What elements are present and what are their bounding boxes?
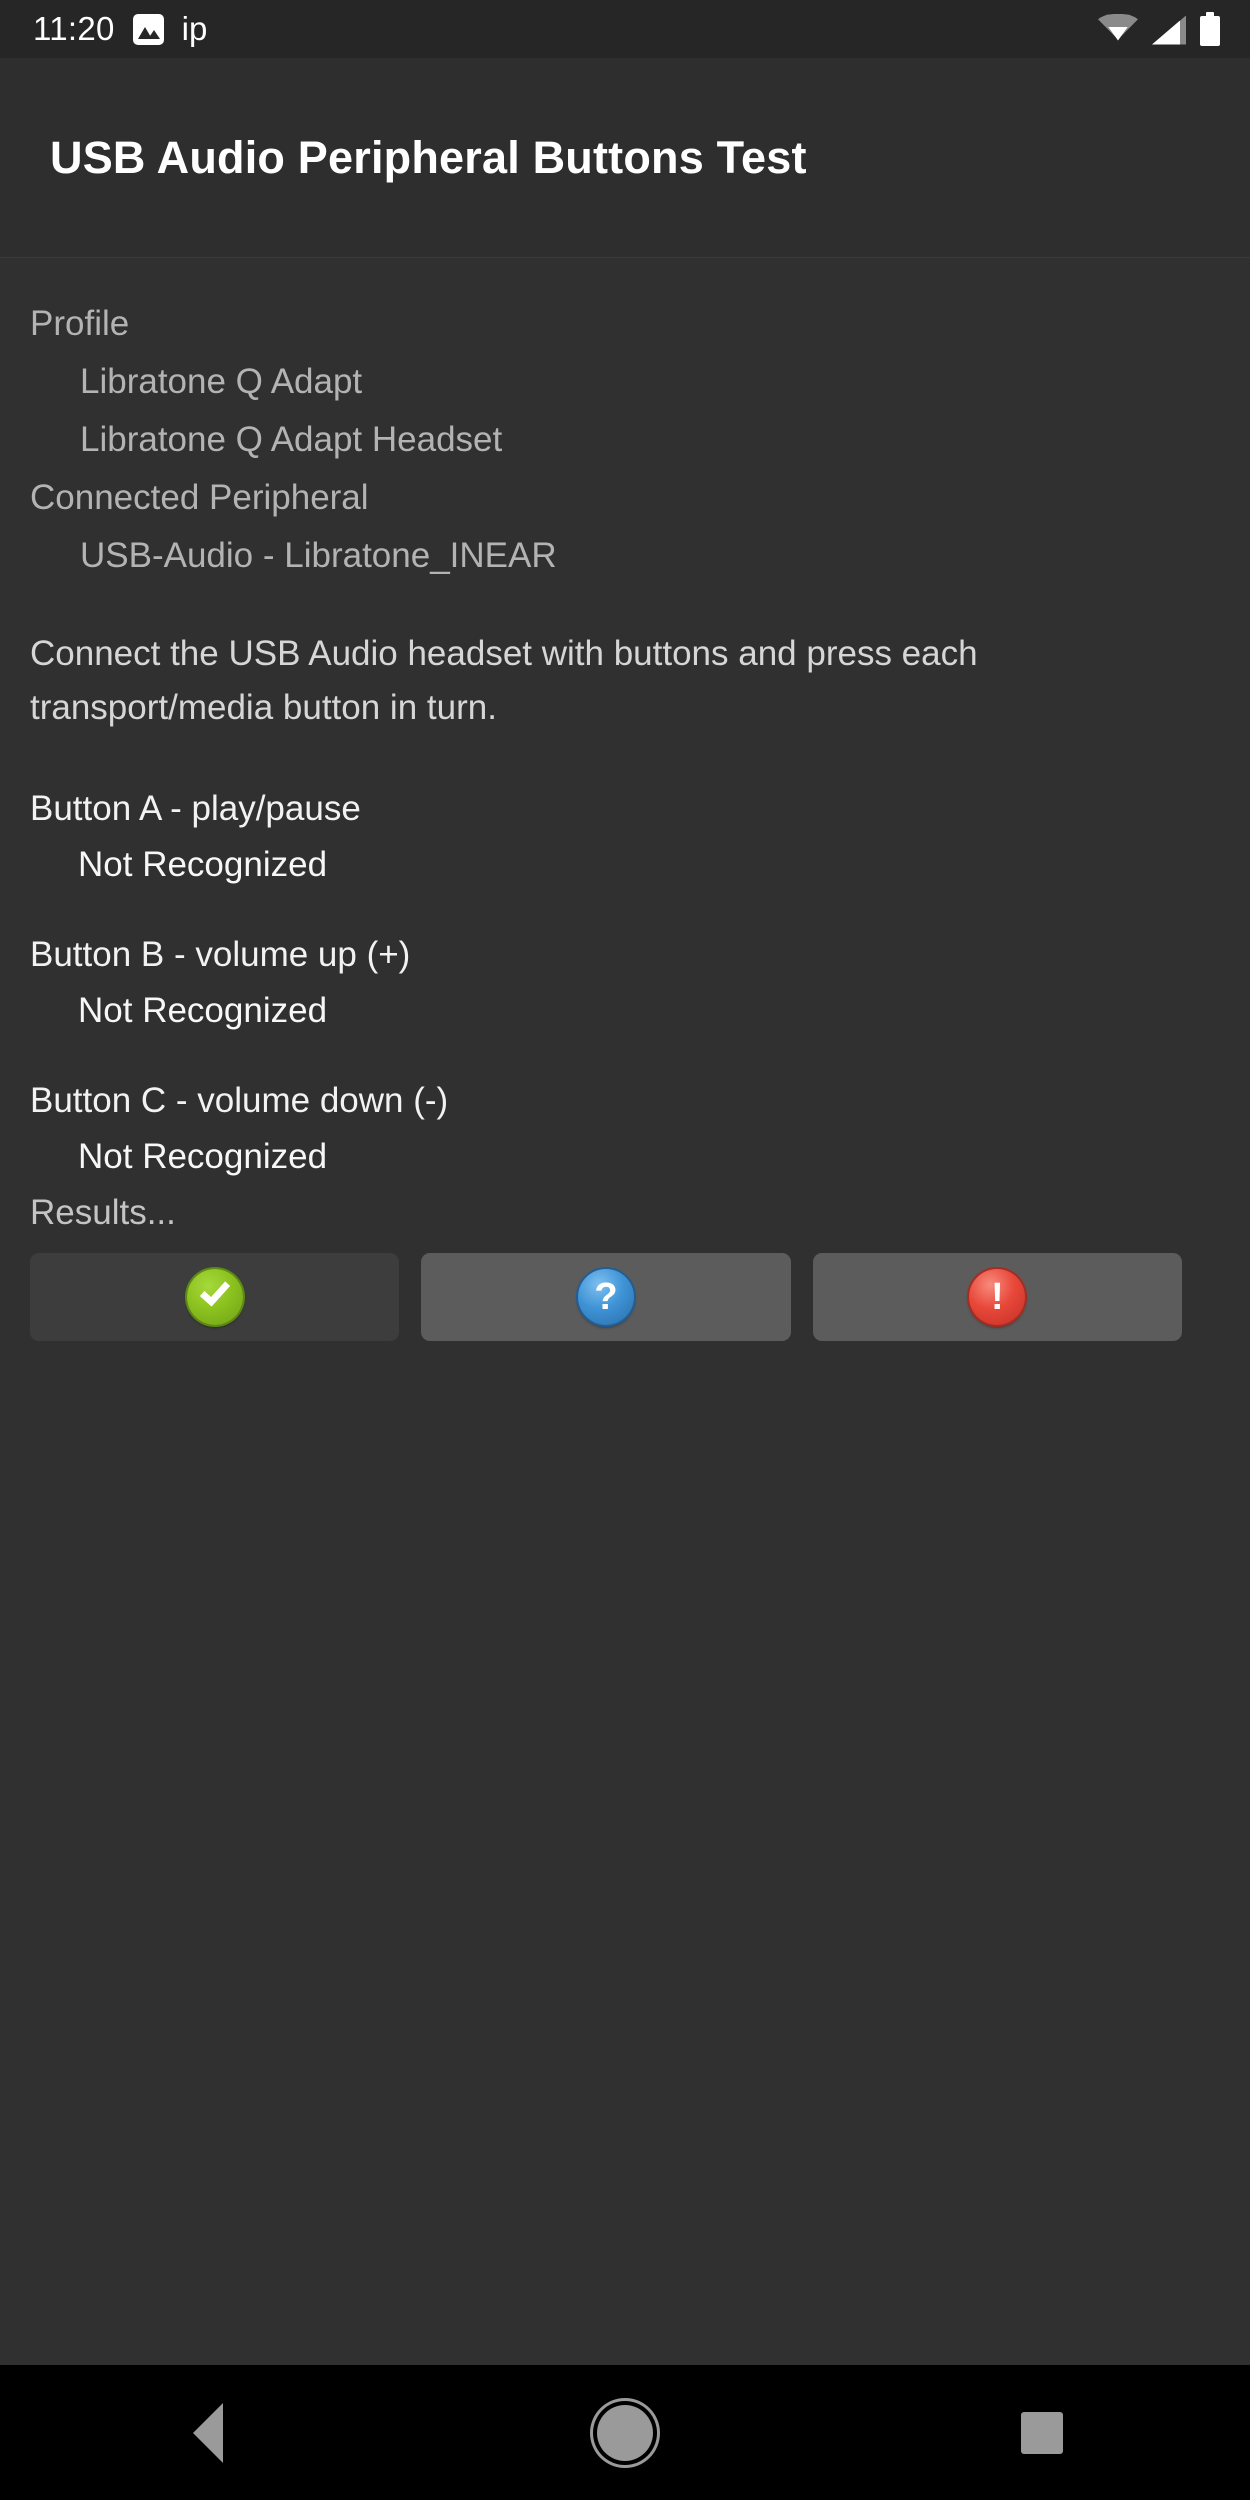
nav-recents-button[interactable] bbox=[962, 2365, 1122, 2500]
button-c-status: Not Recognized bbox=[78, 1137, 328, 1176]
exclamation-glyph: ! bbox=[990, 1276, 1004, 1318]
status-bar: 11:20 ip bbox=[0, 0, 1250, 58]
button-c-block: Button C - volume down (-) Not Recognize… bbox=[30, 1073, 1220, 1185]
status-bar-left: 11:20 ip bbox=[0, 10, 207, 48]
back-icon bbox=[193, 2402, 224, 2463]
profile-value-2: Libratone Q Adapt Headset bbox=[80, 420, 503, 459]
status-bar-right bbox=[1098, 12, 1250, 46]
signal-icon bbox=[1152, 14, 1186, 45]
fail-button[interactable]: ! bbox=[812, 1253, 1182, 1341]
wifi-icon bbox=[1098, 13, 1138, 45]
page-title: USB Audio Peripheral Buttons Test bbox=[50, 131, 807, 183]
home-icon bbox=[596, 2404, 653, 2461]
button-a-status: Not Recognized bbox=[78, 845, 328, 884]
button-a-title: Button A - play/pause bbox=[30, 789, 361, 828]
question-circle-icon: ? bbox=[577, 1269, 634, 1325]
button-b-status: Not Recognized bbox=[78, 991, 328, 1030]
nav-home-button[interactable] bbox=[545, 2365, 705, 2500]
check-circle-icon bbox=[186, 1269, 243, 1325]
status-clock: 11:20 bbox=[33, 10, 115, 47]
button-b-block: Button B - volume up (+) Not Recognized bbox=[30, 927, 1220, 1039]
connected-peripheral-value: USB-Audio - Libratone_INEAR bbox=[80, 536, 557, 575]
status-notification-label: ip bbox=[181, 10, 208, 47]
connected-peripheral-label: Connected Peripheral bbox=[30, 478, 369, 517]
nav-back-button[interactable] bbox=[128, 2365, 288, 2500]
exclamation-circle-icon: ! bbox=[969, 1269, 1026, 1325]
question-glyph: ? bbox=[594, 1276, 618, 1318]
photo-icon bbox=[132, 13, 164, 45]
profile-label: Profile bbox=[30, 304, 130, 343]
pass-button[interactable] bbox=[30, 1253, 400, 1341]
results-label: Results... bbox=[30, 1193, 176, 1232]
button-a-block: Button A - play/pause Not Recognized bbox=[30, 781, 1220, 893]
app-screen: 11:20 ip USB Audio Peripheral Buttons Te… bbox=[0, 0, 1250, 2500]
recents-icon bbox=[1020, 2411, 1063, 2454]
profile-value-1: Libratone Q Adapt bbox=[80, 362, 363, 401]
button-c-title: Button C - volume down (-) bbox=[30, 1081, 449, 1120]
button-b-title: Button B - volume up (+) bbox=[30, 935, 411, 974]
results-button-row: ? ! bbox=[30, 1253, 1220, 1341]
navigation-bar bbox=[0, 2365, 1250, 2500]
app-bar: USB Audio Peripheral Buttons Test bbox=[0, 58, 1250, 258]
info-button[interactable]: ? bbox=[421, 1253, 791, 1341]
main-content: Profile Libratone Q Adapt Libratone Q Ad… bbox=[0, 259, 1250, 1341]
instructions-text: Connect the USB Audio headset with butto… bbox=[30, 634, 978, 727]
battery-icon bbox=[1200, 12, 1220, 46]
